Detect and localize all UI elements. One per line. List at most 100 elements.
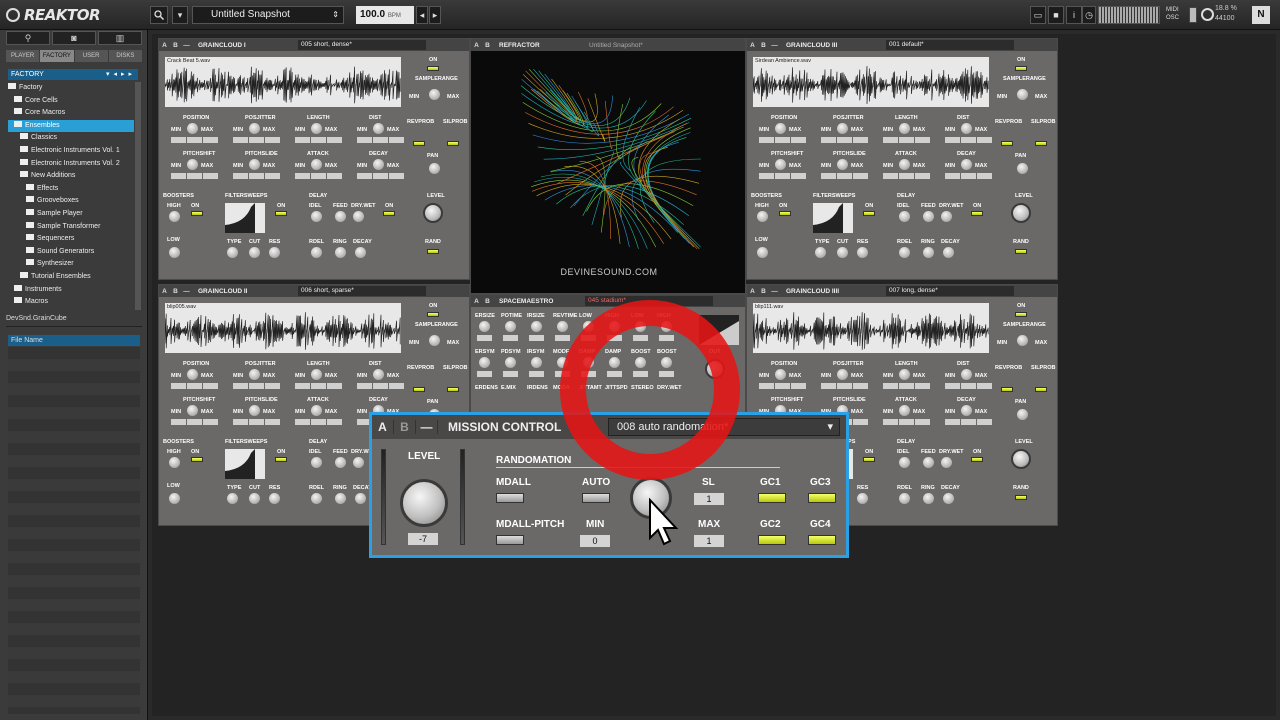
filter-knob[interactable] xyxy=(857,493,868,504)
rand-toggle[interactable] xyxy=(1015,495,1027,500)
gc4-toggle[interactable] xyxy=(808,535,836,545)
current-value[interactable] xyxy=(249,383,264,389)
filter-knob[interactable] xyxy=(249,493,260,504)
filter-knob[interactable] xyxy=(269,493,280,504)
max-value[interactable] xyxy=(265,419,280,425)
delay-knob[interactable] xyxy=(355,493,366,504)
parameter-knob[interactable] xyxy=(373,369,384,380)
high-on-toggle[interactable] xyxy=(191,211,203,216)
tree-item[interactable]: Instruments xyxy=(8,284,134,297)
tree-item[interactable]: Tutorial Ensembles xyxy=(8,271,134,284)
current-value[interactable] xyxy=(837,383,852,389)
filter-knob[interactable] xyxy=(227,493,238,504)
min-value[interactable] xyxy=(171,419,186,425)
graincloud-preset-selector[interactable]: 005 short, dense* xyxy=(298,40,426,50)
filter-on-toggle[interactable] xyxy=(275,457,287,462)
max-value[interactable] xyxy=(853,173,868,179)
record-button[interactable]: ▭ xyxy=(1030,6,1046,24)
silprob-toggle[interactable] xyxy=(1035,387,1047,392)
space-value[interactable] xyxy=(555,335,570,341)
delay-knob[interactable] xyxy=(353,457,364,468)
space-value[interactable] xyxy=(477,335,492,341)
filter-knob[interactable] xyxy=(269,247,280,258)
max-value[interactable] xyxy=(265,383,280,389)
delay-knob[interactable] xyxy=(311,211,322,222)
tab-player[interactable]: PLAYER xyxy=(6,50,40,62)
auto-button[interactable] xyxy=(582,493,610,503)
space-knob[interactable] xyxy=(531,321,542,332)
max-value[interactable] xyxy=(265,173,280,179)
revprob-toggle[interactable] xyxy=(1001,387,1013,392)
level-knob[interactable] xyxy=(1011,449,1031,469)
min-value[interactable] xyxy=(357,383,372,389)
refractor-preset[interactable]: Untitled Snapshot* xyxy=(589,42,643,49)
samplerange-knob[interactable] xyxy=(1017,89,1028,100)
current-value[interactable] xyxy=(249,173,264,179)
tree-item[interactable]: Effects xyxy=(8,183,134,196)
tab-disks[interactable]: DISKS xyxy=(108,50,142,62)
max-value[interactable] xyxy=(915,173,930,179)
max-value[interactable] xyxy=(389,383,404,389)
parameter-knob[interactable] xyxy=(961,405,972,416)
delay-knob[interactable] xyxy=(311,493,322,504)
parameter-knob[interactable] xyxy=(373,159,384,170)
tree-item[interactable]: Electronic Instruments Vol. 1 xyxy=(8,145,134,158)
delay-knob[interactable] xyxy=(943,493,954,504)
tree-item[interactable]: Factory xyxy=(8,82,134,95)
min-value[interactable] xyxy=(357,137,372,143)
delay-on-toggle[interactable] xyxy=(383,211,395,216)
max-value[interactable] xyxy=(977,137,992,143)
min-value[interactable] xyxy=(883,419,898,425)
max-value[interactable] xyxy=(853,419,868,425)
tempo-decrease-button[interactable]: ◂ xyxy=(416,6,428,24)
waveform-display[interactable] xyxy=(753,303,989,353)
current-value[interactable] xyxy=(187,173,202,179)
tree-item[interactable]: Sample Transformer xyxy=(8,221,134,234)
samplerange-knob[interactable] xyxy=(429,89,440,100)
tab-factory[interactable]: FACTORY xyxy=(40,50,74,62)
snapshot-a-button[interactable]: A xyxy=(159,288,170,295)
filter-on-toggle[interactable] xyxy=(863,457,875,462)
location-bar[interactable]: FACTORY ▾◂▸▸ xyxy=(8,69,138,80)
level-knob[interactable] xyxy=(1011,203,1031,223)
space-knob[interactable] xyxy=(479,321,490,332)
max-value[interactable] xyxy=(915,137,930,143)
parameter-knob[interactable] xyxy=(775,123,786,134)
delay-knob[interactable] xyxy=(899,211,910,222)
parameter-knob[interactable] xyxy=(187,123,198,134)
min-value[interactable] xyxy=(295,383,310,389)
current-value[interactable] xyxy=(373,383,388,389)
min-value[interactable] xyxy=(945,383,960,389)
max-value[interactable] xyxy=(977,383,992,389)
revprob-toggle[interactable] xyxy=(413,141,425,146)
min-value[interactable] xyxy=(233,419,248,425)
delay-knob[interactable] xyxy=(335,457,346,468)
info-button[interactable]: i xyxy=(1066,6,1082,24)
max-value[interactable] xyxy=(977,173,992,179)
waveform-display[interactable] xyxy=(165,57,401,107)
parameter-knob[interactable] xyxy=(775,159,786,170)
ni-badge[interactable]: N xyxy=(1252,6,1270,24)
delay-knob[interactable] xyxy=(335,493,346,504)
delay-on-toggle[interactable] xyxy=(971,457,983,462)
current-value[interactable] xyxy=(775,137,790,143)
delay-knob[interactable] xyxy=(923,211,934,222)
max-value[interactable]: 1 xyxy=(694,535,724,547)
file-name-column-header[interactable]: File Name xyxy=(8,335,140,346)
filter-knob[interactable] xyxy=(227,247,238,258)
max-value[interactable] xyxy=(977,419,992,425)
snapshot-b-button[interactable]: B xyxy=(758,288,769,295)
min-value[interactable] xyxy=(357,173,372,179)
parameter-knob[interactable] xyxy=(961,159,972,170)
properties-tab[interactable]: ▥ xyxy=(98,31,142,45)
delay-knob[interactable] xyxy=(943,247,954,258)
parameter-knob[interactable] xyxy=(899,123,910,134)
parameter-knob[interactable] xyxy=(249,159,260,170)
max-value[interactable] xyxy=(791,137,806,143)
graincloud-preset-selector[interactable]: 006 short, sparse* xyxy=(298,286,426,296)
collapse-button[interactable]: — xyxy=(416,420,438,434)
min-value[interactable] xyxy=(821,137,836,143)
current-value[interactable] xyxy=(311,383,326,389)
min-value[interactable] xyxy=(171,383,186,389)
power-icon[interactable] xyxy=(1201,8,1214,21)
